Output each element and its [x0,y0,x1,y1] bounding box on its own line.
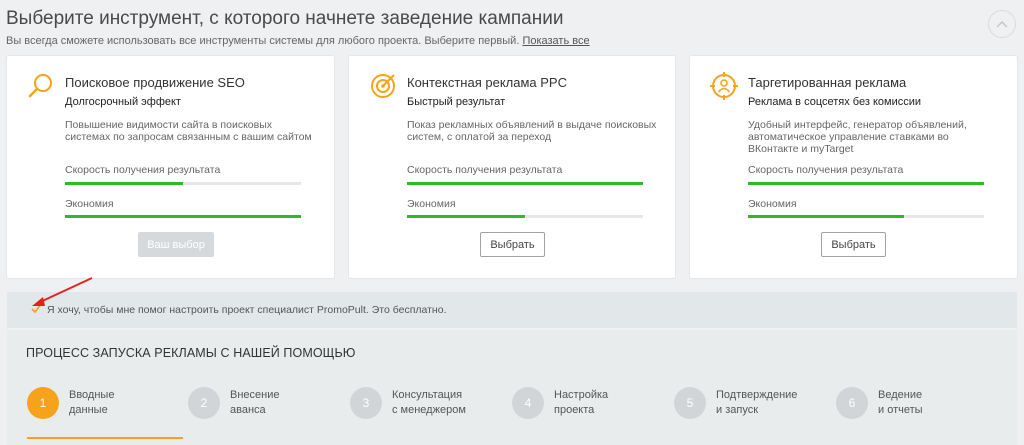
chevron-up-icon [996,20,1008,28]
specialist-help-row: Я хочу, чтобы мне помог настроить проект… [7,292,1017,328]
launch-process-section: ПРОЦЕСС ЗАПУСКА РЕКЛАМЫ С НАШЕЙ ПОМОЩЬЮ … [7,330,1017,445]
economy-label: Экономия [407,198,456,210]
card-description: Повышение видимости сайта в поисковых си… [65,119,312,143]
step-number: 5 [674,387,706,419]
step-number: 3 [350,387,382,419]
economy-bar-fill [65,215,301,218]
step-number: 6 [836,387,868,419]
speed-bar [65,182,301,185]
active-step-indicator [27,437,183,439]
speed-bar [748,182,984,185]
economy-bar [748,215,984,218]
card-subtitle: Долгосрочный эффект [65,96,181,108]
your-choice-button[interactable]: Ваш выбор [138,232,214,257]
choose-targeting-button[interactable]: Выбрать [821,232,886,257]
economy-bar-fill [748,215,904,218]
economy-bar-fill [407,215,525,218]
step-label: Внесение аванса [230,389,280,416]
card-subtitle: Быстрый результат [407,96,506,108]
tool-selection-section: Выберите инструмент, с которого начнете … [0,0,1024,290]
card-description: Удобный интерфейс, генератор объявлений,… [748,119,967,155]
step-label: Вводные данные [69,389,115,416]
subtitle-text: Вы всегда сможете использовать все инстр… [6,35,520,47]
speed-label: Скорость получения результата [748,164,904,176]
page-subtitle: Вы всегда сможете использовать все инстр… [6,35,590,47]
economy-label: Экономия [748,198,797,210]
process-title: ПРОЦЕСС ЗАПУСКА РЕКЛАМЫ С НАШЕЙ ПОМОЩЬЮ [26,346,356,360]
speed-bar-fill [65,182,183,185]
economy-bar [407,215,643,218]
search-icon [28,74,52,98]
card-seo: Поисковое продвижение SEO Долгосрочный э… [7,56,334,278]
card-ppc: Контекстная реклама PPC Быстрый результа… [349,56,675,278]
card-subtitle: Реклама в соцсетях без комиссии [748,96,922,108]
economy-bar [65,215,301,218]
step-number: 1 [27,387,59,419]
person-target-icon [710,72,738,100]
step-label: Подтверждение и запуск [716,389,798,416]
specialist-help-label[interactable]: Я хочу, чтобы мне помог настроить проект… [47,304,447,316]
card-title: Поисковое продвижение SEO [65,75,245,90]
card-targeting: Таргетированная реклама Реклама в соцсет… [690,56,1017,278]
show-all-link[interactable]: Показать все [522,35,589,47]
speed-label: Скорость получения результата [65,164,221,176]
step-label: Настройка проекта [554,389,609,416]
step-number: 2 [188,387,220,419]
economy-label: Экономия [65,198,114,210]
card-description: Показ рекламных объявлений в выдаче поис… [407,119,657,143]
speed-bar [407,182,643,185]
speed-label: Скорость получения результата [407,164,563,176]
step-label: Консультация с менеджером [392,389,466,416]
step-label: Ведение и отчеты [878,389,923,416]
collapse-button[interactable] [988,10,1016,38]
page-title: Выберите инструмент, с которого начнете … [6,8,564,29]
card-title: Контекстная реклама PPC [407,75,567,90]
speed-bar-fill [407,182,643,185]
speed-bar-fill [748,182,984,185]
card-title: Таргетированная реклама [748,75,907,90]
choose-ppc-button[interactable]: Выбрать [480,232,545,257]
annotation-arrow-icon [32,277,93,306]
target-icon [371,74,395,98]
step-number: 4 [512,387,544,419]
